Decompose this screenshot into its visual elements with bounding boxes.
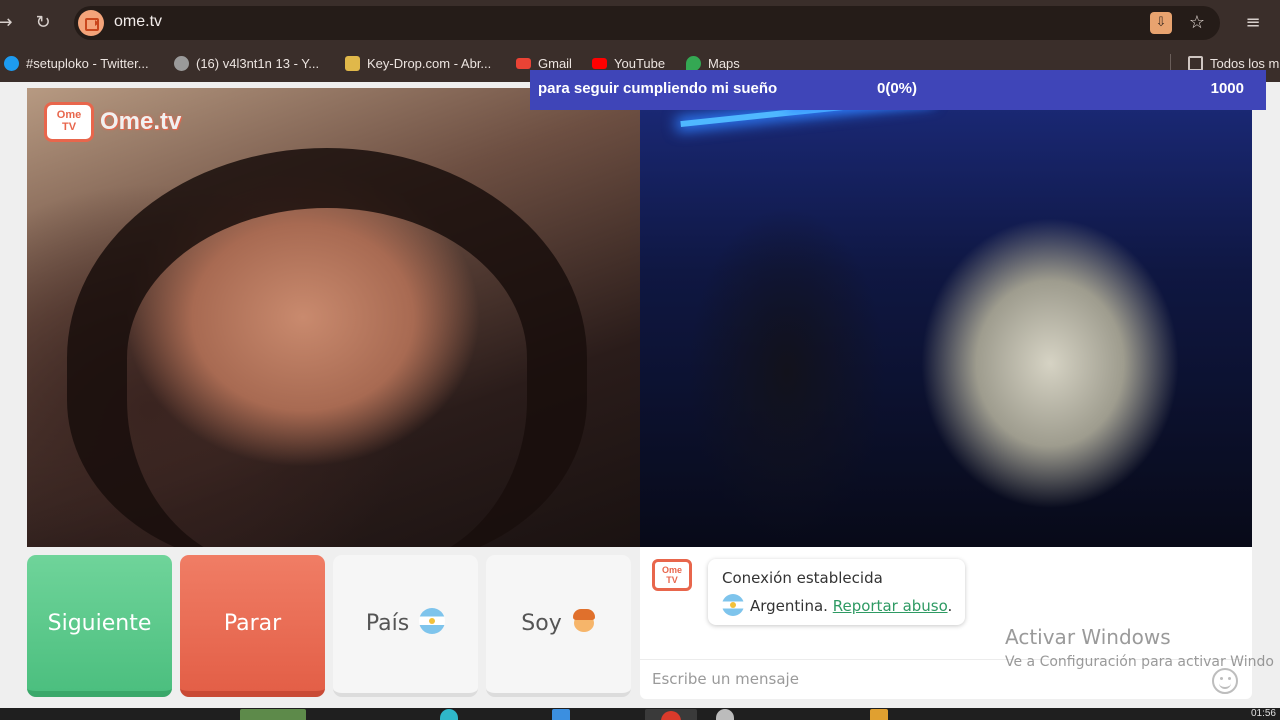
gender-button[interactable]: Soy — [486, 555, 631, 697]
site-camera-icon — [78, 10, 104, 36]
logo-text: Ome.tv — [100, 108, 182, 135]
twitter-icon — [4, 56, 19, 71]
tv-logo-icon: Ome TV — [44, 102, 94, 142]
youtube-icon — [592, 58, 607, 69]
browser-app-icon — [661, 711, 681, 720]
boy-face-icon — [572, 608, 596, 634]
taskbar-active-app[interactable] — [645, 709, 697, 720]
maps-icon — [686, 56, 701, 71]
next-button[interactable]: Siguiente — [27, 555, 172, 697]
forward-icon[interactable]: → — [0, 12, 16, 34]
goal-amount: 1000 — [1210, 80, 1244, 97]
address-bar[interactable]: ome.tv ⇩ ☆ — [74, 6, 1220, 40]
url-text[interactable]: ome.tv — [114, 13, 162, 31]
ometv-page: Ome TV Ome.tv para seguir cumpliendo mi … — [0, 70, 1280, 708]
taskbar-clock: 01:56 — [1250, 708, 1276, 719]
argentina-flag-icon — [722, 594, 744, 616]
emoji-icon[interactable] — [1212, 668, 1238, 694]
activate-windows-subtitle: Ve a Configuración para activar Windo — [1005, 654, 1274, 670]
reading-list-icon[interactable]: ≡ — [1242, 12, 1264, 34]
stop-button[interactable]: Parar — [180, 555, 325, 697]
argentina-flag-icon — [419, 608, 446, 634]
reload-icon[interactable]: ↻ — [32, 12, 54, 34]
goal-text: para seguir cumpliendo mi sueño — [538, 80, 778, 97]
partner-country: Argentina. Reportar abuso. — [722, 594, 952, 616]
bookmark-star-icon[interactable]: ☆ — [1186, 12, 1208, 34]
donation-goal-banner: para seguir cumpliendo mi sueño 0(0%) 10… — [530, 70, 1266, 110]
bookmark-youtube-channel[interactable]: (16) v4l3nt1n 13 - Y... — [174, 54, 319, 74]
local-video — [27, 88, 640, 547]
country-button[interactable]: País — [333, 555, 478, 697]
gmail-icon — [516, 58, 531, 69]
taskbar-app-icon[interactable] — [440, 709, 458, 720]
windows-taskbar: 01:56 — [0, 708, 1280, 720]
report-abuse-link[interactable]: Reportar abuso — [833, 597, 948, 615]
video-shape — [67, 148, 587, 547]
install-app-icon[interactable]: ⇩ — [1150, 12, 1172, 34]
keydrop-icon — [345, 56, 360, 71]
chat-panel: Ome TV Conexión establecida Argentina. R… — [640, 547, 1252, 699]
folder-icon — [1188, 56, 1203, 71]
remote-video — [640, 88, 1252, 547]
browser-toolbar: → ↻ ome.tv ⇩ ☆ ≡ — [0, 0, 1280, 46]
taskbar-app-icon[interactable] — [870, 709, 888, 720]
taskbar-app-icon[interactable] — [552, 709, 570, 720]
chat-logo-icon: Ome TV — [652, 559, 692, 591]
connection-status: Conexión establecida — [722, 569, 883, 587]
bookmark-twitter[interactable]: #setuploko - Twitter... — [4, 54, 149, 74]
activate-windows-title: Activar Windows — [1005, 625, 1171, 649]
system-message: Conexión establecida Argentina. Reportar… — [708, 559, 965, 625]
bookmark-keydrop[interactable]: Key-Drop.com - Abr... — [345, 54, 491, 74]
taskbar-app-icon[interactable] — [716, 709, 734, 720]
globe-icon — [174, 56, 189, 71]
taskbar-thumbnail[interactable] — [240, 709, 306, 720]
goal-progress: 0(0%) — [877, 80, 918, 97]
